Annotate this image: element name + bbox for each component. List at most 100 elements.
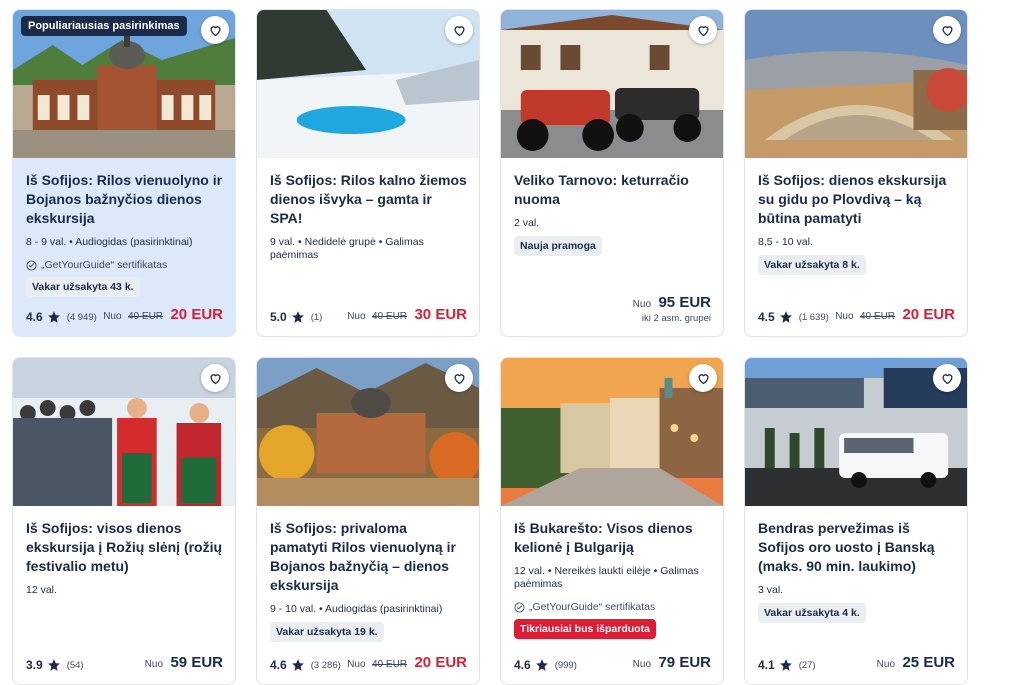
heart-icon <box>453 25 465 36</box>
activity-title[interactable]: Iš Bukarešto: Visos dienos kelionė į Bul… <box>514 519 711 557</box>
heart-icon <box>697 373 709 384</box>
heart-icon <box>697 25 709 36</box>
heart-icon <box>209 25 221 36</box>
rating: 3.9 (54) <box>26 658 84 672</box>
star-icon <box>291 311 304 323</box>
price-from: Nuo <box>144 659 164 670</box>
activity-title[interactable]: Iš Sofijos: visos dienos ekskursija į Ro… <box>26 519 223 576</box>
card-footer: 4.6 (4 949) Nuo 40 EUR 20 EUR <box>26 306 223 324</box>
certificate-text: „GetYourGuide“ sertifikatas <box>529 601 656 613</box>
card-footer: Nuo 95 EUR iki 2 asm. grupei <box>514 294 711 324</box>
current-price: 79 EUR <box>658 654 711 671</box>
heart-icon <box>453 373 465 384</box>
activity-photo-winter-spa[interactable] <box>257 10 479 158</box>
original-price: 40 EUR <box>860 311 896 322</box>
activity-meta: 2 val. <box>514 217 540 229</box>
star-icon <box>779 311 792 323</box>
review-count: (54) <box>66 659 84 671</box>
activity-photo-quad-bikes[interactable] <box>501 10 723 158</box>
price-from: Nuo <box>632 659 652 670</box>
current-price: 20 EUR <box>902 306 955 323</box>
current-price: 20 EUR <box>414 654 467 671</box>
activity-meta: 8 - 9 val. • Audiogidas (pasirinktinai) <box>26 236 193 248</box>
star-icon <box>779 659 792 671</box>
wishlist-button[interactable] <box>445 16 473 44</box>
rating-value: 4.6 <box>26 310 43 324</box>
wishlist-button[interactable] <box>933 364 961 392</box>
certificate-label: „GetYourGuide“ sertifikatas <box>514 601 711 613</box>
rating-value: 3.9 <box>26 658 43 672</box>
price: Nuo 79 EUR <box>633 654 711 672</box>
wishlist-button[interactable] <box>201 364 229 392</box>
star-icon <box>47 659 60 671</box>
price: Nuo 95 EUR iki 2 asm. grupei <box>633 294 711 324</box>
price-from: Nuo <box>103 311 122 322</box>
popular-badge: Populiariausias pasirinkimas <box>21 16 187 36</box>
current-price: 95 EUR <box>658 294 711 311</box>
card-footer: 4.6 (3 286) Nuo 40 EUR 20 EUR <box>270 654 467 672</box>
rating-value: 5.0 <box>270 310 287 324</box>
activity-card-plovdiv[interactable]: Iš Sofijos: dienos ekskursija su gidu po… <box>744 9 968 337</box>
activity-card-bansko-transfer[interactable]: Bendras pervežimas iš Sofijos oro uosto … <box>744 357 968 685</box>
price: Nuo 40 EUR 20 EUR <box>103 306 223 324</box>
activity-meta: 12 val. <box>26 584 57 596</box>
activity-title[interactable]: Iš Sofijos: Rilos kalno žiemos dienos iš… <box>270 171 467 228</box>
activity-card-bucharest[interactable]: Iš Bukarešto: Visos dienos kelionė į Bul… <box>500 357 724 685</box>
card-footer: 3.9 (54) Nuo 59 EUR <box>26 654 223 672</box>
booked-badge: Vakar užsakyta 19 k. <box>270 622 384 642</box>
original-price: 40 EUR <box>372 311 408 322</box>
new-activity-badge: Nauja pramoga <box>514 236 602 256</box>
rating: 5.0 (1) <box>270 310 322 324</box>
activity-title[interactable]: Bendras pervežimas iš Sofijos oro uosto … <box>758 519 955 576</box>
rating: 4.5 (1 639) <box>758 310 829 324</box>
original-price: 40 EUR <box>128 311 164 322</box>
activity-photo-rose-festival[interactable] <box>13 358 235 506</box>
activity-card-quad-rental[interactable]: Veliko Tarnovo: keturračio nuoma 2 val. … <box>500 9 724 337</box>
price-from: Nuo <box>632 299 652 310</box>
activity-title[interactable]: Iš Sofijos: privaloma pamatyti Rilos vie… <box>270 519 467 595</box>
activity-card-rose-valley[interactable]: Iš Sofijos: visos dienos ekskursija į Ro… <box>12 357 236 685</box>
activity-card-rila-winter[interactable]: Iš Sofijos: Rilos kalno žiemos dienos iš… <box>256 9 480 337</box>
current-price: 20 EUR <box>170 306 223 323</box>
activity-photo-rila-monastery[interactable]: Populiariausias pasirinkimas <box>13 10 235 158</box>
activity-card-rila-boyana[interactable]: Populiariausias pasirinkimas Iš Sofijos:… <box>12 9 236 337</box>
activity-title[interactable]: Iš Sofijos: Rilos vienuolyno ir Bojanos … <box>26 171 223 228</box>
activity-meta: 3 val. <box>758 584 784 596</box>
activity-card-rila-must-see[interactable]: Iš Sofijos: privaloma pamatyti Rilos vie… <box>256 357 480 685</box>
wishlist-button[interactable] <box>689 16 717 44</box>
activity-meta: 8,5 - 10 val. <box>758 236 813 248</box>
review-count: (999) <box>554 659 577 671</box>
check-circle-icon <box>26 259 37 271</box>
rating-value: 4.5 <box>758 310 775 324</box>
price-from: Nuo <box>347 659 366 670</box>
likely-sell-out-badge: Tikriausiai bus išparduota <box>514 619 656 639</box>
certificate-label: „GetYourGuide“ sertifikatas <box>26 259 223 271</box>
card-footer: 5.0 (1) Nuo 40 EUR 30 EUR <box>270 306 467 324</box>
activity-grid: Populiariausias pasirinkimas Iš Sofijos:… <box>12 9 968 685</box>
activity-title[interactable]: Veliko Tarnovo: keturračio nuoma <box>514 171 711 209</box>
heart-icon <box>941 373 953 384</box>
activity-meta: 9 - 10 val. • Audiogidas (pasirinktinai) <box>270 603 443 615</box>
wishlist-button[interactable] <box>689 364 717 392</box>
wishlist-button[interactable] <box>201 16 229 44</box>
current-price: 25 EUR <box>902 654 955 671</box>
price-from: Nuo <box>347 311 366 322</box>
wishlist-button[interactable] <box>445 364 473 392</box>
rating: 4.6 (3 286) <box>270 658 341 672</box>
activity-photo-old-town[interactable] <box>501 358 723 506</box>
price-from: Nuo <box>835 311 854 322</box>
rating: 4.6 (4 949) <box>26 310 97 324</box>
activity-photo-rila-autumn[interactable] <box>257 358 479 506</box>
activity-photo-plovdiv-theatre[interactable] <box>745 10 967 158</box>
activity-title[interactable]: Iš Sofijos: dienos ekskursija su gidu po… <box>758 171 955 228</box>
price: Nuo 40 EUR 20 EUR <box>835 306 955 324</box>
booked-badge: Vakar užsakyta 43 k. <box>26 277 140 297</box>
rating-value: 4.6 <box>270 658 287 672</box>
card-footer: 4.6 (999) Nuo 79 EUR <box>514 654 711 672</box>
price: Nuo 40 EUR 30 EUR <box>347 306 467 324</box>
star-icon <box>47 311 60 323</box>
current-price: 30 EUR <box>414 306 467 323</box>
rating: 4.6 (999) <box>514 658 577 672</box>
activity-photo-airport-shuttle[interactable] <box>745 358 967 506</box>
wishlist-button[interactable] <box>933 16 961 44</box>
